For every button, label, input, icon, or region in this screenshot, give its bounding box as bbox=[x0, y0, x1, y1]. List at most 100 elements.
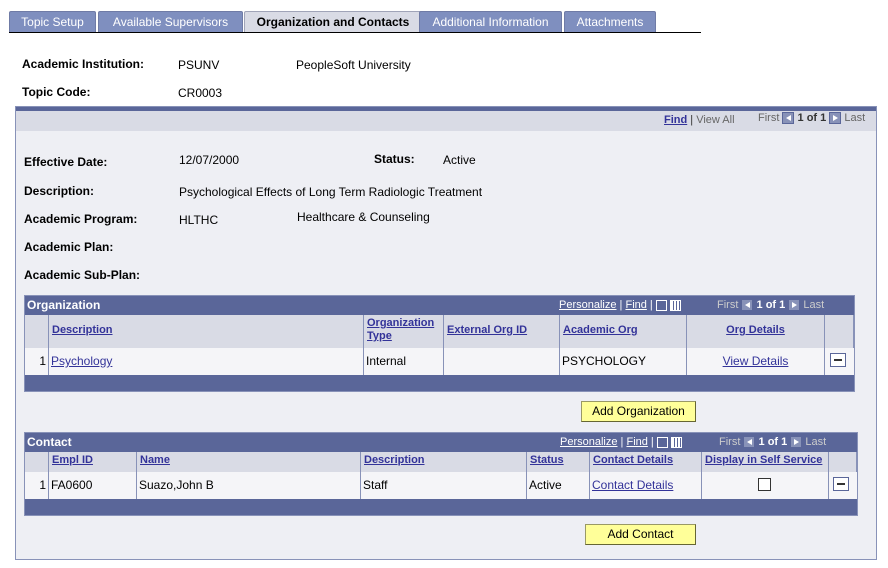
row-count: 1 of 1 bbox=[758, 436, 788, 448]
academic-plan-label: Academic Plan: bbox=[24, 240, 114, 254]
panel-nav: Find | View All bbox=[664, 114, 735, 126]
institution-label: Academic Institution: bbox=[22, 57, 145, 71]
academic-program-label: Academic Program: bbox=[24, 212, 138, 226]
tab-label: Additional Information bbox=[432, 15, 549, 29]
tab-topic-setup[interactable]: Topic Setup bbox=[9, 11, 96, 33]
contact-grid-title: Contact Personalize | Find | First 1 of … bbox=[25, 433, 857, 452]
download-icon[interactable] bbox=[669, 299, 681, 311]
view-all-link[interactable]: View All bbox=[696, 114, 734, 126]
personalize-link[interactable]: Personalize bbox=[559, 299, 616, 311]
contact-grid: Contact Personalize | Find | First 1 of … bbox=[24, 432, 858, 516]
name-cell: Suazo,John B bbox=[137, 472, 361, 499]
chevron-left-icon[interactable] bbox=[743, 436, 756, 449]
column-header-status[interactable]: Status bbox=[527, 452, 590, 472]
tab-label: Organization and Contacts bbox=[256, 15, 410, 29]
topic-code: CR0003 bbox=[178, 86, 223, 100]
tab-attachments[interactable]: Attachments bbox=[564, 11, 656, 33]
description-label: Description: bbox=[24, 184, 95, 198]
effective-date-label: Effective Date: bbox=[24, 155, 108, 169]
delete-cell bbox=[825, 348, 854, 375]
row-number-header bbox=[25, 315, 49, 348]
last-link[interactable]: Last bbox=[844, 112, 865, 124]
effective-dated-panel: Find | View All First 1 of 1 Last Effect… bbox=[15, 106, 877, 560]
find-link[interactable]: Find bbox=[664, 114, 687, 126]
column-header-description[interactable]: Description bbox=[361, 452, 527, 472]
panel-content: Effective Date: 12/07/2000 Status: Activ… bbox=[16, 131, 876, 559]
delete-column-header bbox=[829, 452, 857, 472]
org-details-cell: View Details bbox=[687, 348, 825, 375]
academic-program-code: HLTHC bbox=[179, 213, 219, 227]
contact-grid-header: Empl ID Name Description Status Contact … bbox=[25, 452, 857, 472]
contact-row: 1 FA0600 Suazo,John B Staff Active Conta… bbox=[25, 472, 857, 499]
organization-row: 1 Psychology Internal PSYCHOLOGY View De… bbox=[25, 348, 854, 375]
view-grid-icon[interactable] bbox=[655, 299, 667, 311]
find-link[interactable]: Find bbox=[625, 299, 646, 311]
personalize-link[interactable]: Personalize bbox=[560, 436, 617, 448]
first-link[interactable]: First bbox=[717, 299, 738, 311]
contact-details-cell: Contact Details bbox=[590, 472, 702, 499]
column-header-external-org-id[interactable]: External Org ID bbox=[444, 315, 560, 348]
row-count: 1 of 1 bbox=[756, 299, 786, 311]
empl-id-cell: FA0600 bbox=[49, 472, 137, 499]
tab-divider bbox=[9, 32, 701, 33]
row-number: 1 bbox=[25, 472, 49, 499]
display-in-self-service-checkbox[interactable] bbox=[758, 478, 771, 491]
academic-org-cell: PSYCHOLOGY bbox=[560, 348, 687, 375]
chevron-right-icon[interactable] bbox=[788, 299, 801, 312]
delete-cell bbox=[829, 472, 857, 499]
first-link[interactable]: First bbox=[719, 436, 740, 448]
delete-column-header bbox=[825, 315, 854, 348]
contact-details-link[interactable]: Contact Details bbox=[592, 478, 673, 492]
org-description-link[interactable]: Psychology bbox=[51, 354, 112, 368]
last-link[interactable]: Last bbox=[803, 299, 824, 311]
column-header-organization-type[interactable]: Organization Type bbox=[364, 315, 444, 348]
last-link[interactable]: Last bbox=[805, 436, 826, 448]
column-header-empl-id[interactable]: Empl ID bbox=[49, 452, 137, 472]
contact-grid-pager: First 1 of 1 Last bbox=[719, 433, 826, 452]
organization-grid: Organization Personalize | Find | First … bbox=[24, 295, 855, 392]
column-header-academic-org[interactable]: Academic Org bbox=[560, 315, 687, 348]
org-description-cell: Psychology bbox=[49, 348, 364, 375]
external-org-id-cell bbox=[444, 348, 560, 375]
tab-available-supervisors[interactable]: Available Supervisors bbox=[98, 11, 243, 33]
minus-icon[interactable] bbox=[830, 353, 846, 367]
grid-title-text: Organization bbox=[27, 298, 101, 312]
column-header-contact-details[interactable]: Contact Details bbox=[590, 452, 702, 472]
chevron-left-icon[interactable] bbox=[782, 112, 795, 125]
contact-status-cell: Active bbox=[527, 472, 590, 499]
column-header-name[interactable]: Name bbox=[137, 452, 361, 472]
tab-organization-and-contacts[interactable]: Organization and Contacts bbox=[244, 11, 422, 33]
column-header-org-details[interactable]: Org Details bbox=[687, 315, 825, 348]
row-count: 1 of 1 bbox=[797, 112, 827, 124]
tab-additional-information[interactable]: Additional Information bbox=[419, 11, 562, 33]
contact-grid-footer bbox=[25, 499, 857, 515]
organization-grid-header: Description Organization Type External O… bbox=[25, 315, 854, 348]
panel-nav-bar bbox=[16, 111, 876, 131]
column-header-description[interactable]: Description bbox=[49, 315, 364, 348]
organization-grid-tools: Personalize | Find | bbox=[559, 296, 681, 315]
tab-label: Available Supervisors bbox=[112, 15, 229, 29]
add-organization-button[interactable]: Add Organization bbox=[581, 401, 696, 422]
first-link[interactable]: First bbox=[758, 112, 779, 124]
add-contact-button[interactable]: Add Contact bbox=[585, 524, 696, 545]
chevron-right-icon[interactable] bbox=[829, 112, 842, 125]
organization-grid-pager: First 1 of 1 Last bbox=[717, 296, 824, 315]
institution-name: PeopleSoft University bbox=[296, 58, 411, 72]
view-details-link[interactable]: View Details bbox=[723, 354, 789, 368]
organization-grid-title: Organization Personalize | Find | First … bbox=[25, 296, 854, 315]
org-type-cell: Internal bbox=[364, 348, 444, 375]
find-link[interactable]: Find bbox=[626, 436, 647, 448]
organization-grid-footer bbox=[25, 375, 854, 391]
panel-pager: First 1 of 1 Last bbox=[758, 112, 865, 125]
view-grid-icon[interactable] bbox=[656, 436, 668, 448]
grid-title-text: Contact bbox=[27, 435, 72, 449]
topic-code-label: Topic Code: bbox=[22, 85, 91, 99]
status-label: Status: bbox=[374, 152, 415, 166]
minus-icon[interactable] bbox=[833, 477, 849, 491]
download-icon[interactable] bbox=[670, 436, 682, 448]
column-header-display-in-self-service[interactable]: Display in Self Service bbox=[702, 452, 829, 472]
contact-description-cell: Staff bbox=[361, 472, 527, 499]
row-number-header bbox=[25, 452, 49, 472]
chevron-left-icon[interactable] bbox=[741, 299, 754, 312]
chevron-right-icon[interactable] bbox=[790, 436, 803, 449]
